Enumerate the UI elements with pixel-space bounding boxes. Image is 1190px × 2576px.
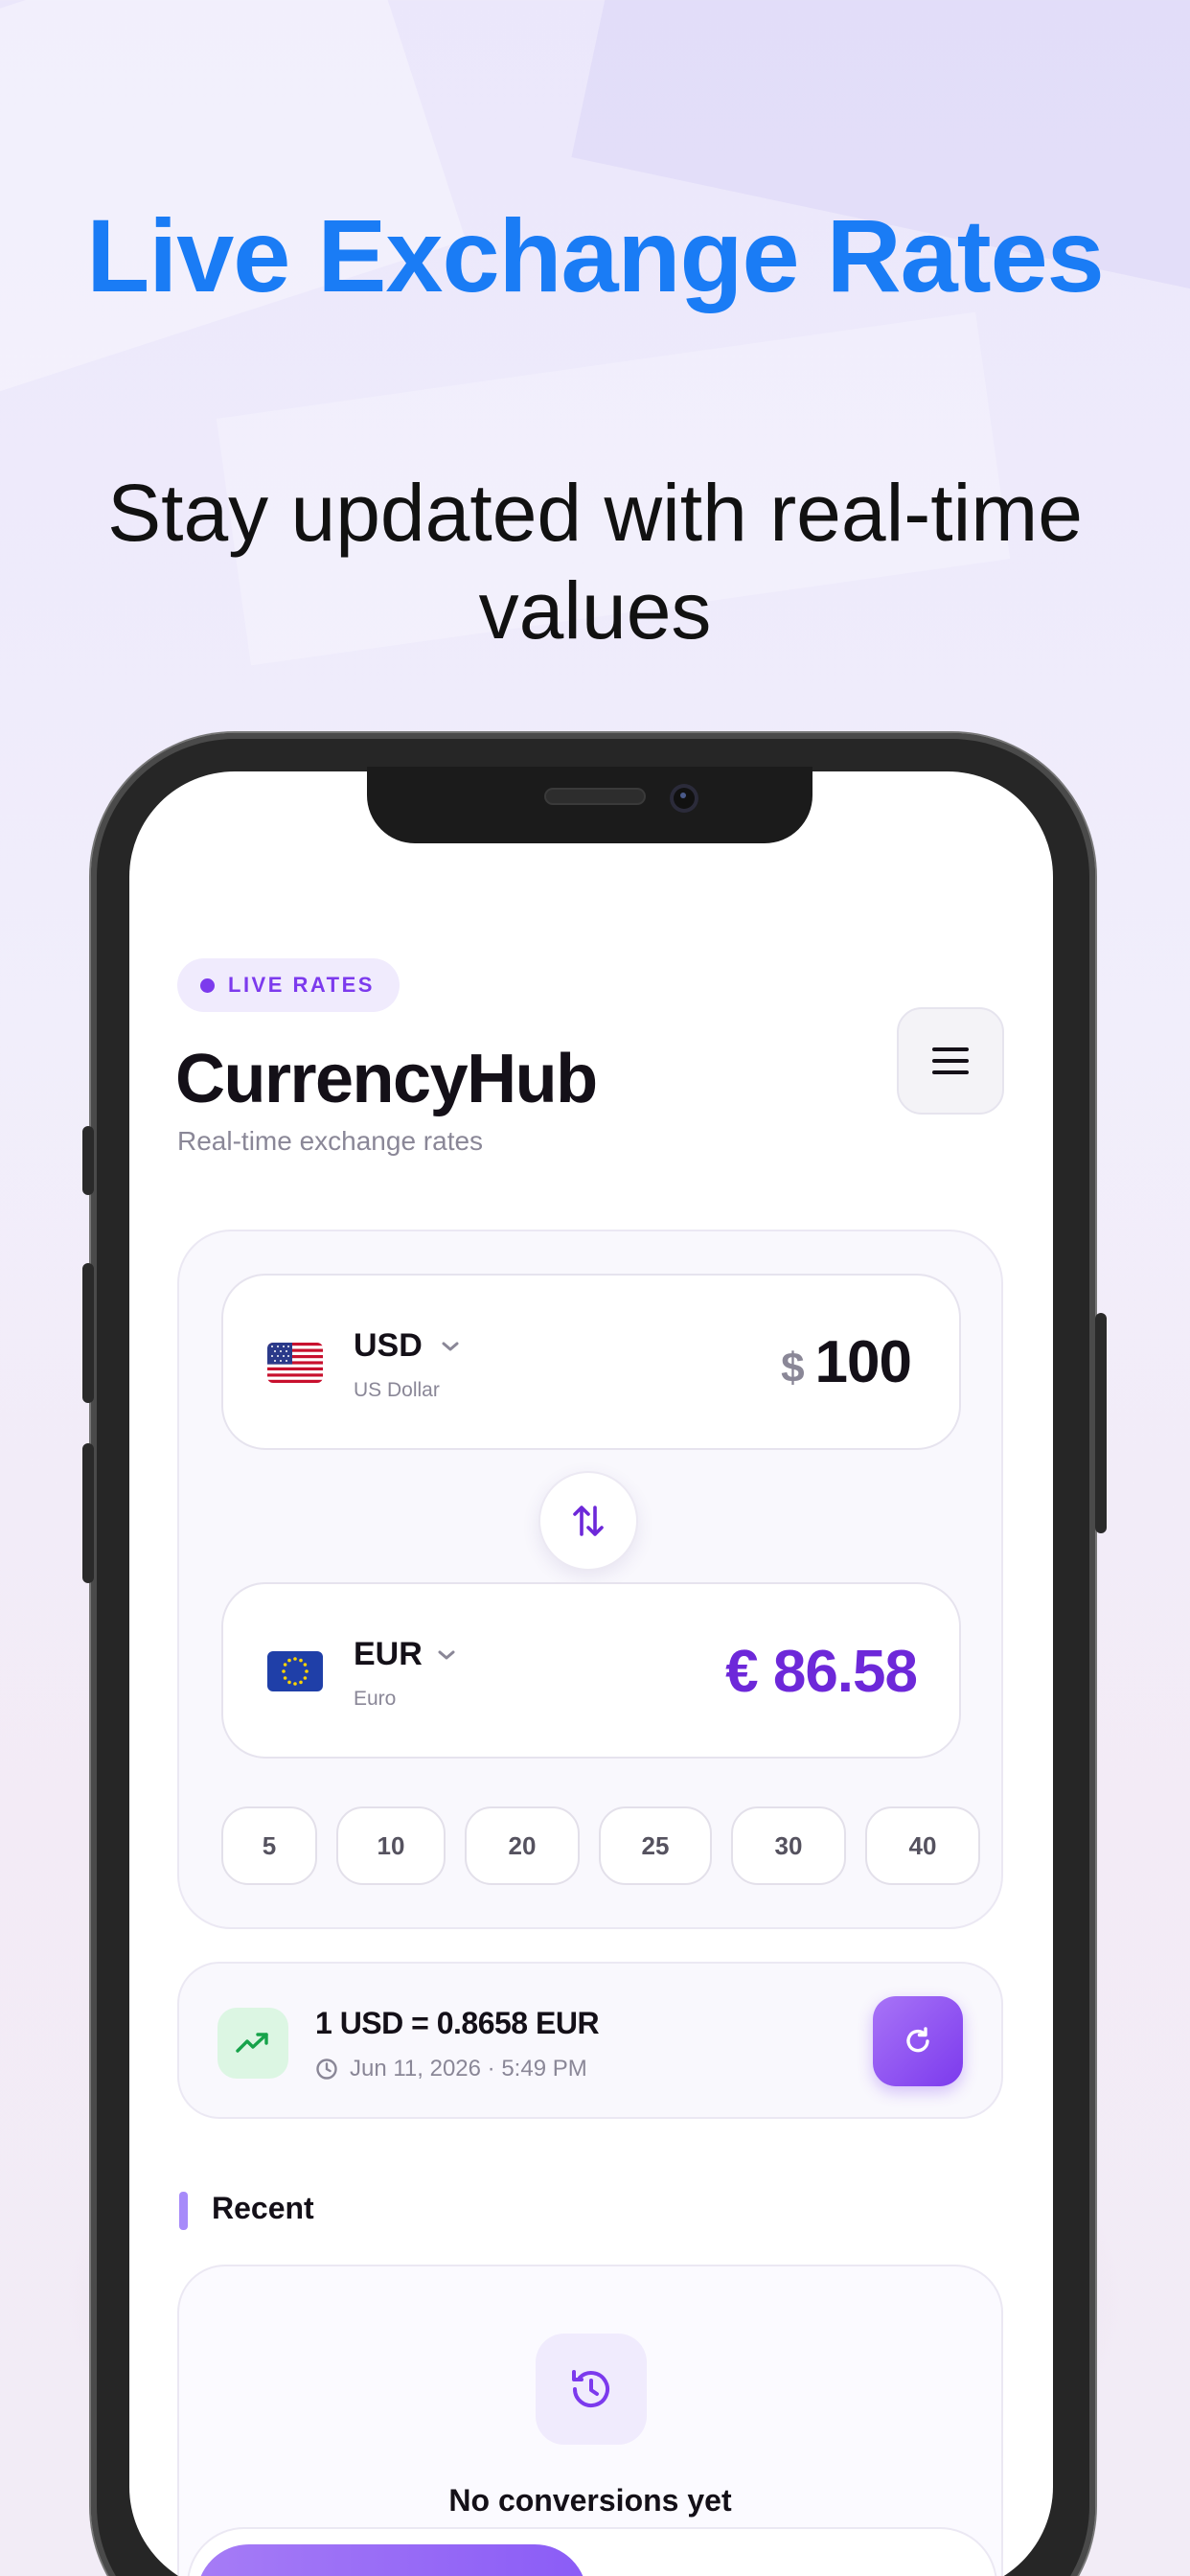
- app-subtitle: Real-time exchange rates: [177, 1126, 484, 1156]
- to-currency-box[interactable]: EUR Euro € 86.58: [221, 1582, 961, 1759]
- quick-amount-chip[interactable]: 5: [221, 1806, 317, 1885]
- trend-badge: [217, 2008, 288, 2079]
- converter-card: USD US Dollar $ 100 EUR Euro € 86.58 5 1…: [177, 1230, 1003, 1929]
- quick-amount-chip[interactable]: 10: [336, 1806, 446, 1885]
- from-amount-value[interactable]: 100: [815, 1328, 912, 1396]
- history-badge: [536, 2334, 647, 2445]
- refresh-icon: [906, 2027, 929, 2053]
- eu-flag-icon: [267, 1651, 323, 1691]
- phone-volume-down: [82, 1443, 94, 1583]
- phone-speaker: [544, 788, 646, 805]
- promo-headline: Live Exchange Rates: [86, 197, 1104, 313]
- from-currency-symbol: $: [781, 1345, 805, 1392]
- recent-heading: Recent: [212, 2191, 314, 2225]
- quick-amounts: 5 10 20 25 30 40: [221, 1806, 980, 1885]
- quick-amount-chip[interactable]: 40: [865, 1806, 980, 1885]
- refresh-button[interactable]: [873, 1996, 963, 2086]
- phone-camera: [670, 784, 698, 813]
- phone-silent-switch: [82, 1126, 94, 1195]
- quick-amount-chip[interactable]: 30: [731, 1806, 846, 1885]
- chevron-down-icon[interactable]: [436, 1647, 457, 1663]
- exchange-rate-text: 1 USD = 0.8658 EUR: [315, 2006, 600, 2040]
- menu-button[interactable]: [897, 1007, 1004, 1115]
- us-flag-icon: [267, 1343, 323, 1383]
- swap-button[interactable]: [538, 1471, 638, 1571]
- exchange-rate-card: 1 USD = 0.8658 EUR Jun 11, 2026 · 5:49 P…: [177, 1962, 1003, 2119]
- live-rates-label: LIVE RATES: [228, 973, 375, 997]
- from-amount-input[interactable]: $ 100: [781, 1328, 912, 1396]
- bottom-action-button[interactable]: [196, 2544, 587, 2576]
- to-currency-name: Euro: [354, 1688, 397, 1710]
- history-icon: [572, 2370, 609, 2408]
- swap-arrows-icon: [573, 1506, 604, 1536]
- quick-amount-chip[interactable]: 25: [599, 1806, 712, 1885]
- empty-state-text: No conversions yet: [448, 2483, 732, 2518]
- phone-power-button: [1095, 1313, 1107, 1533]
- hamburger-menu-icon: [932, 1047, 969, 1074]
- promo-subheadline: Stay updated with real-time values: [107, 468, 1083, 656]
- quick-amount-chip[interactable]: 20: [465, 1806, 580, 1885]
- chevron-down-icon[interactable]: [440, 1339, 461, 1354]
- phone-notch: [367, 767, 812, 843]
- recent-accent-bar: [179, 2192, 188, 2230]
- rate-timestamp-text: Jun 11, 2026 · 5:49 PM: [350, 2056, 587, 2082]
- trending-up-icon: [236, 2033, 268, 2053]
- app-title: CurrencyHub: [175, 1041, 598, 1117]
- from-currency-name: US Dollar: [354, 1379, 440, 1401]
- to-currency-code[interactable]: EUR: [354, 1636, 423, 1673]
- live-rates-badge: LIVE RATES: [177, 958, 400, 1012]
- converted-amount: € 86.58: [725, 1639, 918, 1705]
- phone-volume-up: [82, 1263, 94, 1403]
- from-currency-box[interactable]: USD US Dollar $ 100: [221, 1274, 961, 1450]
- app-screen: LIVE RATES CurrencyHub Real-time exchang…: [129, 771, 1053, 2576]
- clock-icon: [316, 2058, 337, 2080]
- live-dot-icon: [200, 978, 215, 993]
- from-currency-code[interactable]: USD: [354, 1327, 423, 1365]
- rate-timestamp: Jun 11, 2026 · 5:49 PM: [315, 2056, 587, 2082]
